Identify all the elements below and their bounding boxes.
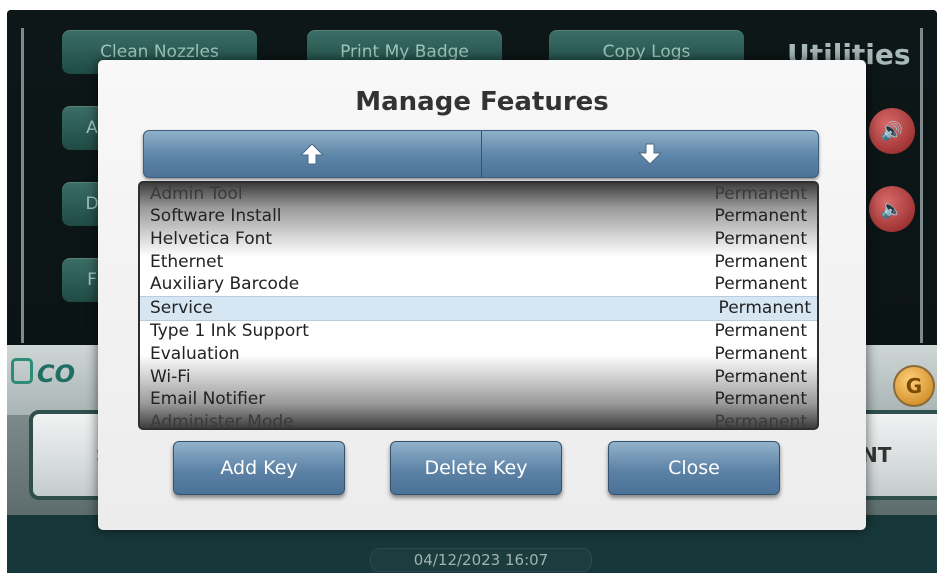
- feature-status: Permanent: [714, 274, 807, 295]
- feature-name: Auxiliary Barcode: [150, 274, 300, 295]
- scroll-down-button[interactable]: [480, 131, 819, 177]
- feature-name: Wi-Fi: [150, 366, 191, 387]
- list-item[interactable]: Evaluation Permanent: [140, 343, 817, 366]
- list-item-selected[interactable]: Service Permanent: [140, 295, 817, 321]
- close-button[interactable]: Close: [608, 441, 780, 495]
- delete-key-button[interactable]: Delete Key: [390, 441, 562, 495]
- feature-name: Service: [150, 297, 213, 318]
- feature-name: Administer Mode: [150, 411, 294, 430]
- logo-text: CO: [37, 360, 76, 388]
- scroll-controls: [143, 130, 819, 178]
- power-icon[interactable]: G: [893, 365, 935, 407]
- feature-name: Email Notifier: [150, 389, 266, 410]
- feature-status: Permanent: [714, 343, 807, 364]
- feature-name: Software Install: [150, 206, 282, 227]
- list-item[interactable]: Administer Mode Permanent: [140, 411, 817, 430]
- feature-status: Permanent: [714, 228, 807, 249]
- list-item[interactable]: Ethernet Permanent: [140, 251, 817, 274]
- add-key-button[interactable]: Add Key: [173, 441, 345, 495]
- frame-line-right: [920, 28, 923, 343]
- list-item[interactable]: Helvetica Font Permanent: [140, 228, 817, 251]
- dialog-title: Manage Features: [355, 87, 609, 117]
- feature-status: Permanent: [714, 366, 807, 387]
- feature-status: Permanent: [714, 206, 807, 227]
- feature-status: Permanent: [714, 183, 807, 204]
- feature-name: Admin Tool: [150, 183, 243, 204]
- feature-status: Permanent: [714, 251, 807, 272]
- list-item[interactable]: Auxiliary Barcode Permanent: [140, 273, 817, 296]
- feature-status: Permanent: [714, 411, 807, 430]
- arrow-up-icon: [300, 143, 325, 165]
- feature-name: Ethernet: [150, 251, 224, 272]
- feature-status: Permanent: [714, 389, 807, 410]
- feature-status: Permanent: [718, 297, 811, 318]
- list-item[interactable]: Wi-Fi Permanent: [140, 366, 817, 389]
- list-item[interactable]: Admin Tool Permanent: [140, 183, 817, 206]
- feature-status: Permanent: [714, 321, 807, 342]
- datetime-display: 04/12/2023 16:07: [370, 548, 592, 572]
- speaker-loud-icon[interactable]: 🔊: [869, 108, 915, 154]
- arrow-down-icon: [637, 143, 662, 165]
- list-item[interactable]: Type 1 Ink Support Permanent: [140, 321, 817, 344]
- feature-name: Type 1 Ink Support: [150, 321, 309, 342]
- feature-name: Helvetica Font: [150, 228, 273, 249]
- logo-icon: [11, 358, 33, 384]
- feature-name: Evaluation: [150, 343, 240, 364]
- frame-line-left: [21, 28, 24, 343]
- speaker-quiet-icon[interactable]: 🔈: [869, 186, 915, 232]
- list-item[interactable]: Software Install Permanent: [140, 206, 817, 229]
- scroll-up-button[interactable]: [144, 131, 481, 177]
- feature-list[interactable]: Admin Tool Permanent Software Install Perm…: [138, 181, 819, 430]
- list-item[interactable]: Email Notifier Permanent: [140, 388, 817, 411]
- manage-features-dialog: Manage Features Admin Tool Permanent Soft…: [98, 60, 866, 530]
